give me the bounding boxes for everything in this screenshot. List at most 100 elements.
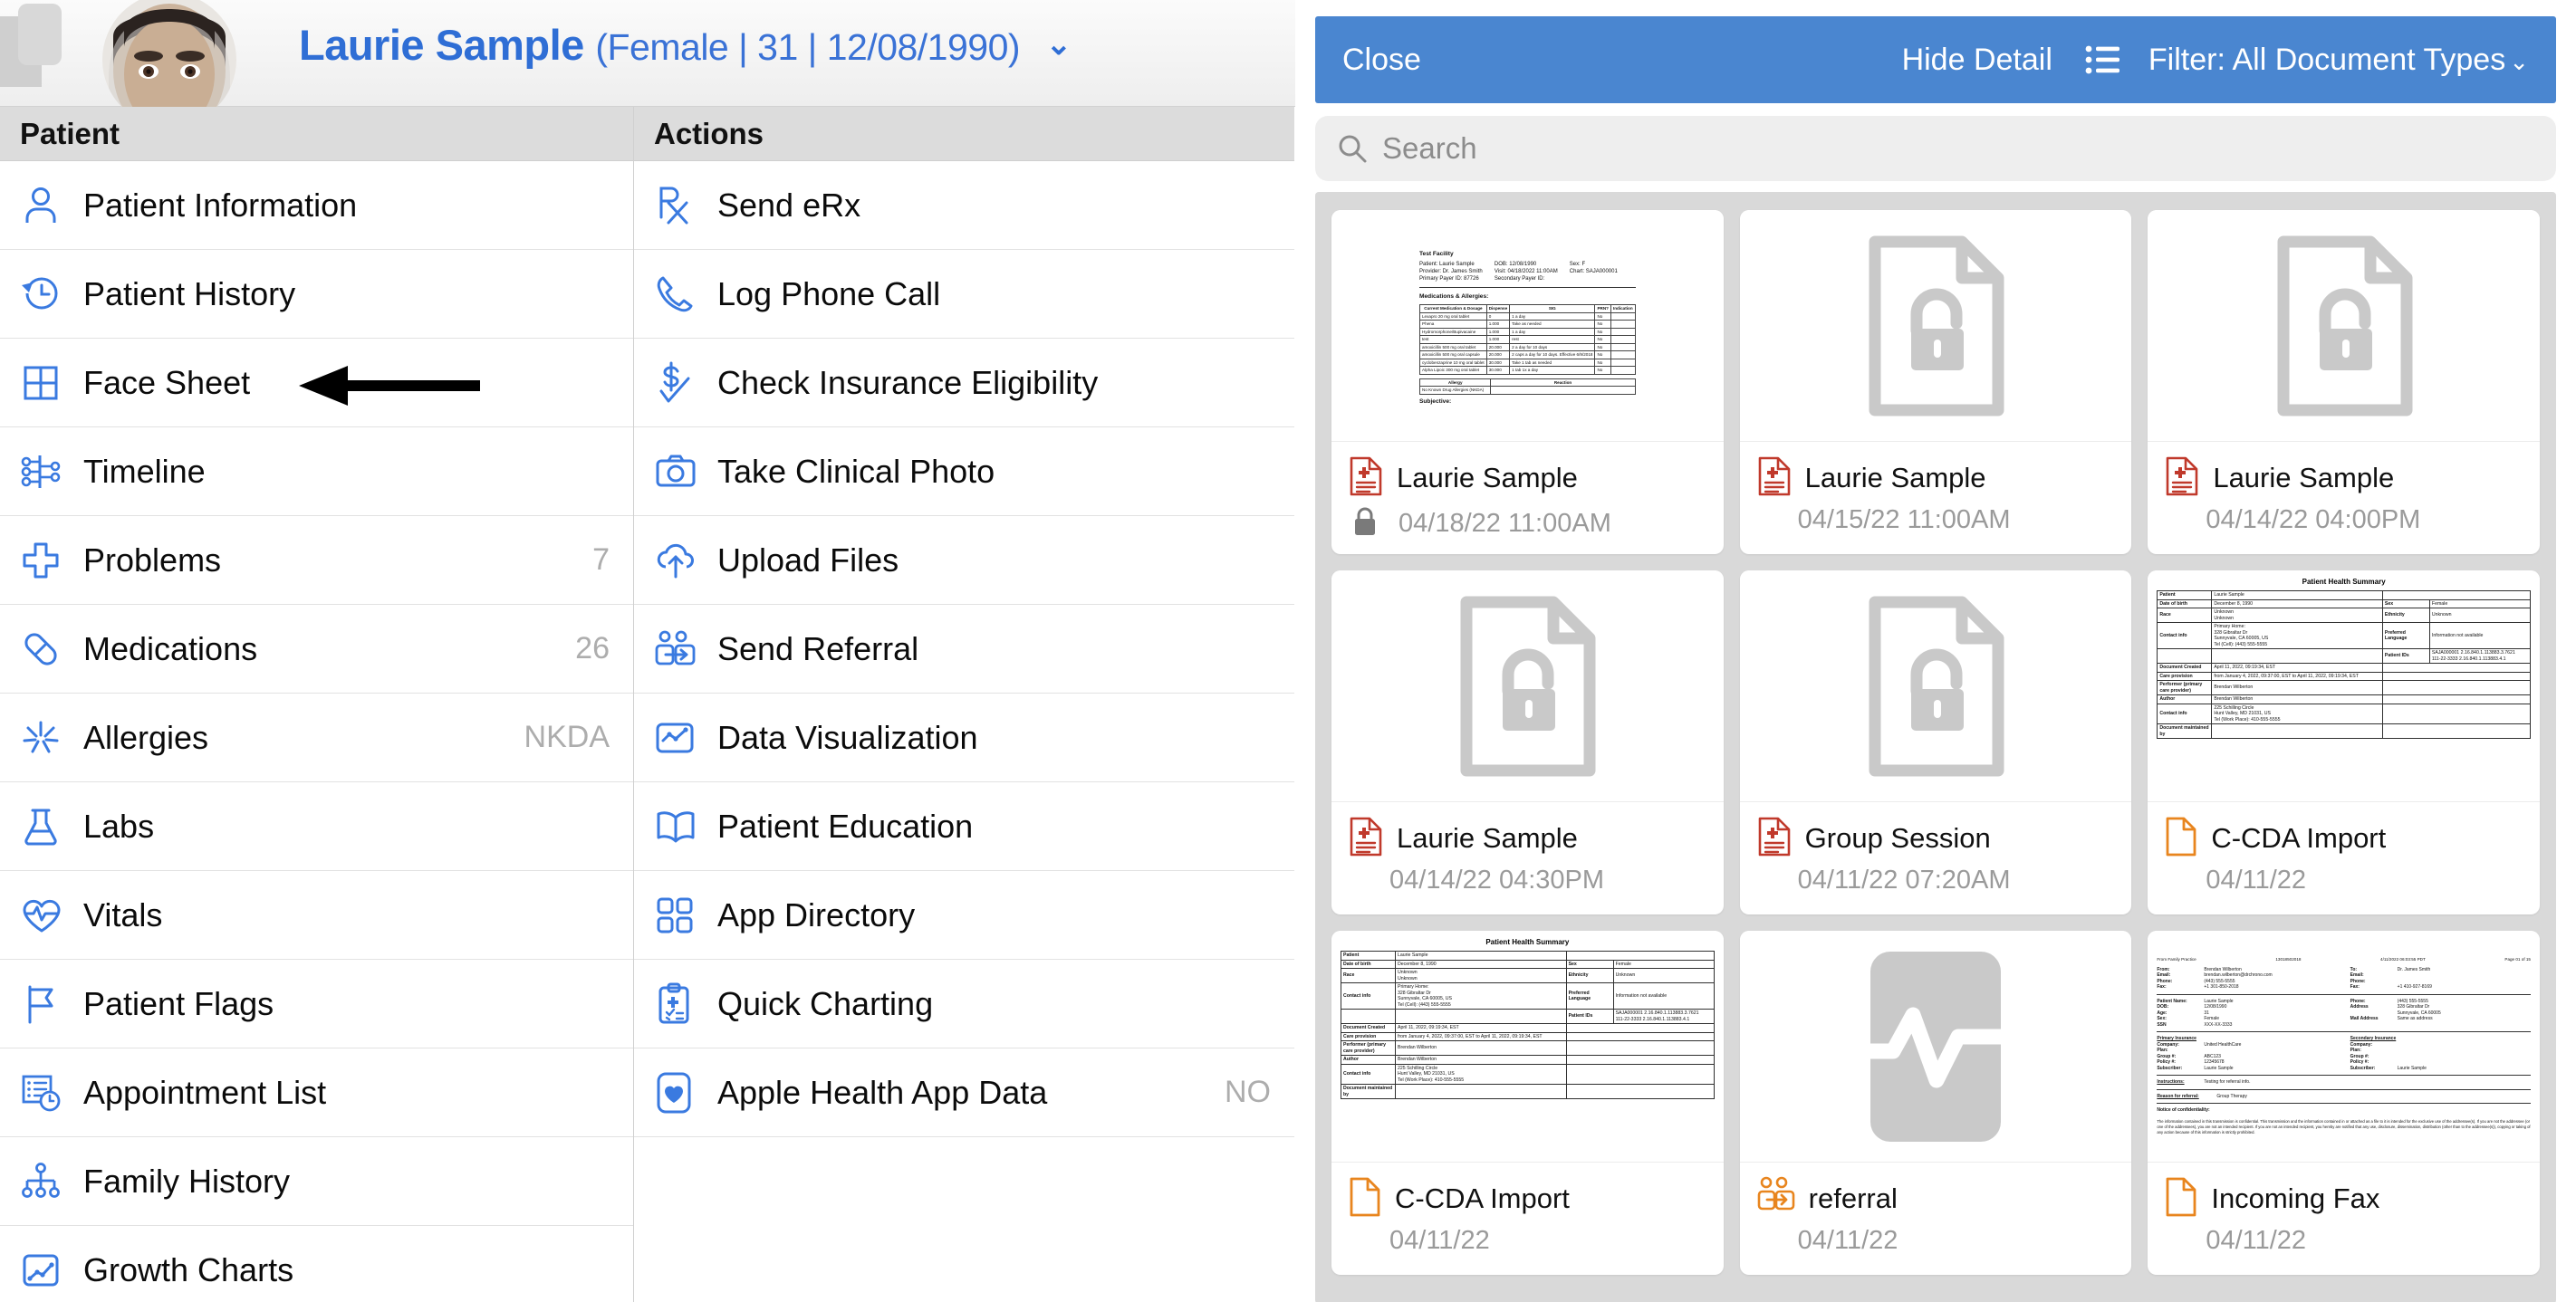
documents-grid-area: Test Facility Patient: Laurie Sample Prov… (1315, 192, 2556, 1302)
patient-item-label: Face Sheet (83, 363, 251, 401)
document-card-footer: Laurie Sample 04/18/22 11:00AM (1331, 442, 1724, 554)
action-item-upload-files[interactable]: Upload Files (634, 516, 1294, 605)
action-item-label: Upload Files (717, 541, 899, 579)
document-date: 04/14/22 04:30PM (1389, 866, 1605, 895)
patient-item-family-history[interactable]: Family History (0, 1137, 633, 1226)
orange-page-icon (1348, 1176, 1382, 1222)
patient-item-patient-flags[interactable]: Patient Flags (0, 960, 633, 1048)
document-card[interactable]: Test Facility Patient: Laurie Sample Prov… (1331, 210, 1724, 554)
action-item-apple-health-app-data[interactable]: Apple Health App Data NO (634, 1048, 1294, 1137)
document-card-footer: Laurie Sample 04/14/22 04:30PM (1331, 802, 1724, 914)
list-bullets-icon[interactable] (2085, 44, 2121, 75)
patient-item-medications[interactable]: Medications 26 (0, 605, 633, 694)
document-card[interactable]: Laurie Sample 04/15/22 11:00AM (1739, 210, 2132, 554)
document-date: 04/11/22 (1797, 1226, 1898, 1255)
patient-item-labs[interactable]: Labs (0, 782, 633, 871)
medical-record-icon (1348, 816, 1384, 862)
search-placeholder: Search (1382, 131, 1477, 165)
document-title: Group Session (1804, 822, 1991, 854)
cloud-upload-icon (654, 540, 706, 581)
action-item-label: Check Insurance Eligibility (717, 363, 1099, 401)
actions-column-header: Actions (634, 107, 1294, 161)
action-item-log-phone-call[interactable]: Log Phone Call (634, 250, 1294, 339)
pill-icon (20, 628, 72, 670)
app-root: Laurie Sample (Female | 31 | 12/08/1990)… (0, 0, 2576, 1302)
patient-column: Patient Patient Information Patient Histo… (0, 107, 634, 1302)
action-item-app-directory[interactable]: App Directory (634, 871, 1294, 960)
action-item-quick-charting[interactable]: Quick Charting (634, 960, 1294, 1048)
patient-column-header: Patient (0, 107, 633, 161)
document-card[interactable]: Patient Health Summary Patient Laurie Sam… (2148, 570, 2540, 914)
avatar[interactable] (87, 0, 252, 107)
patient-item-face-sheet[interactable]: Face Sheet (0, 339, 633, 427)
patient-item-label: Appointment List (83, 1073, 327, 1111)
document-date: 04/15/22 11:00AM (1797, 505, 2011, 534)
patient-item-allergies[interactable]: Allergies NKDA (0, 694, 633, 782)
patient-item-timeline[interactable]: Timeline (0, 427, 633, 516)
medical-record-icon (1756, 816, 1793, 862)
actions-column: Actions Send eRx Log Phone Call Check Insu… (634, 107, 1294, 1302)
patient-item-patient-history[interactable]: Patient History (0, 250, 633, 339)
document-card[interactable]: Group Session 04/11/22 07:20AM (1739, 570, 2132, 914)
document-card[interactable]: Laurie Sample 04/14/22 04:30PM (1331, 570, 1724, 914)
hide-detail-button[interactable]: Hide Detail (1902, 43, 2052, 78)
camera-icon (654, 451, 706, 493)
medical-record-icon (2164, 455, 2200, 502)
action-item-take-clinical-photo[interactable]: Take Clinical Photo (634, 427, 1294, 516)
document-thumbnail (1739, 931, 2132, 1163)
action-item-label: Log Phone Call (717, 274, 941, 312)
patient-item-label: Timeline (83, 452, 206, 490)
filter-label: Filter: All Document Types (2148, 42, 2506, 77)
patient-item-patient-information[interactable]: Patient Information (0, 161, 633, 250)
patient-item-label: Labs (83, 807, 155, 845)
document-card[interactable]: referral 04/11/22 (1739, 931, 2132, 1275)
document-date: 04/18/22 11:00AM (1399, 509, 1611, 538)
nav-back-chip[interactable] (18, 4, 62, 65)
actions-menu-list: Send eRx Log Phone Call Check Insurance El… (634, 161, 1294, 1137)
document-title: Laurie Sample (1397, 822, 1578, 854)
page-title[interactable]: Laurie Sample (Female | 31 | 12/08/1990)… (299, 20, 1072, 70)
health-summary-preview: Patient Health Summary Patient Laurie Sam… (2148, 570, 2540, 801)
lock-icon (1351, 505, 1379, 542)
document-title: referral (1808, 1182, 1898, 1214)
patient-item-label: Growth Charts (83, 1250, 294, 1288)
dollar-check-icon (654, 360, 706, 406)
document-title: Laurie Sample (2213, 462, 2395, 493)
action-item-send-referral[interactable]: Send Referral (634, 605, 1294, 694)
person-icon (20, 185, 72, 226)
flask-icon (20, 806, 72, 847)
orange-referral-icon (1756, 1176, 1796, 1222)
action-item-label: Data Visualization (717, 718, 978, 756)
referral-people-icon (654, 628, 706, 670)
action-item-patient-education[interactable]: Patient Education (634, 782, 1294, 871)
patient-item-growth-charts[interactable]: Growth Charts (0, 1226, 633, 1302)
filter-dropdown[interactable]: Filter: All Document Types ⌄ (2148, 43, 2529, 78)
document-card-footer: C-CDA Import 04/11/22 (2148, 802, 2540, 914)
search-input[interactable]: Search (1315, 116, 2556, 181)
line-chart-icon (654, 717, 706, 759)
patient-item-label: Medications (83, 629, 258, 667)
document-card[interactable]: Laurie Sample 04/14/22 04:00PM (2148, 210, 2540, 554)
document-card[interactable]: From Family Practice 13018502018 4/11/2022… (2148, 931, 2540, 1275)
document-title: Laurie Sample (1804, 462, 1986, 493)
chevron-down-icon[interactable]: ⌄ (1046, 26, 1072, 62)
close-button[interactable]: Close (1342, 43, 1421, 78)
document-card-footer: Laurie Sample 04/15/22 11:00AM (1740, 442, 2132, 554)
document-title: Laurie Sample (1397, 462, 1578, 493)
action-item-check-insurance-eligibility[interactable]: Check Insurance Eligibility (634, 339, 1294, 427)
chart-columns: Patient Patient Information Patient Histo… (0, 107, 1295, 1302)
patient-item-problems[interactable]: Problems 7 (0, 516, 633, 605)
action-item-send-erx[interactable]: Send eRx (634, 161, 1294, 250)
action-item-data-visualization[interactable]: Data Visualization (634, 694, 1294, 782)
patient-item-label: Vitals (83, 895, 163, 933)
medical-record-icon (1756, 455, 1793, 502)
action-item-label: App Directory (717, 895, 916, 933)
document-card[interactable]: Patient Health Summary Patient Laurie Sam… (1331, 931, 1724, 1275)
patient-item-appointment-list[interactable]: Appointment List (0, 1048, 633, 1137)
action-item-label: Patient Education (717, 807, 974, 845)
heart-square-icon (654, 1070, 706, 1115)
action-item-label: Send eRx (717, 186, 861, 224)
patient-item-vitals[interactable]: Vitals (0, 871, 633, 960)
chevron-down-icon: ⌄ (2509, 47, 2529, 75)
patient-item-value: 7 (592, 542, 610, 577)
